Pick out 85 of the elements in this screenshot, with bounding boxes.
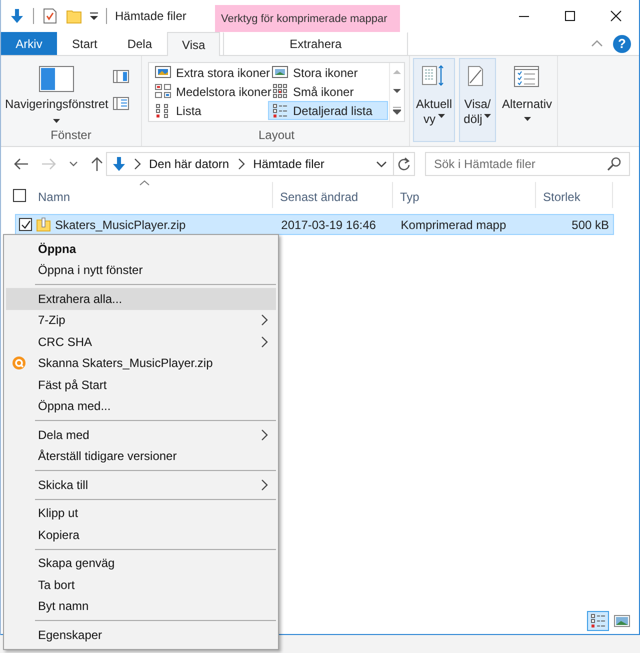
up-icon[interactable] bbox=[90, 156, 104, 172]
view-button[interactable]: Alternativ bbox=[500, 58, 554, 142]
caret-icon bbox=[484, 114, 492, 118]
menu-item[interactable]: Öppna bbox=[6, 238, 276, 260]
menu-item[interactable]: Extrahera alla... bbox=[6, 288, 276, 310]
options-icon bbox=[512, 63, 542, 89]
select-all-checkbox[interactable] bbox=[13, 188, 26, 202]
column-header[interactable]: Senast ändrad bbox=[273, 182, 393, 208]
ribbon-tab[interactable]: Extrahera bbox=[223, 32, 408, 55]
file-row[interactable]: Skaters_MusicPlayer.zip 2017-03-19 16:46 Komprimerad mapp 500 kB bbox=[15, 214, 614, 235]
menu-item[interactable]: Återställ tidigare versioner bbox=[6, 446, 276, 467]
refresh-icon bbox=[397, 157, 411, 171]
grid-icon bbox=[272, 84, 288, 99]
menu-item[interactable]: Öppna i nytt fönster bbox=[6, 260, 276, 281]
layout-option[interactable]: Stora ikoner bbox=[268, 63, 388, 82]
thumbnail-icon bbox=[272, 65, 288, 80]
menu-item[interactable]: Egenskaper bbox=[6, 624, 276, 646]
ribbon-tab[interactable]: Arkiv bbox=[1, 32, 57, 55]
list-icon bbox=[155, 103, 171, 118]
ribbon-tab[interactable]: Start bbox=[57, 32, 112, 55]
sort-icon bbox=[139, 180, 150, 186]
caret-icon bbox=[524, 117, 530, 121]
back-icon[interactable] bbox=[13, 157, 29, 171]
menu-item[interactable]: CRC SHA bbox=[6, 331, 276, 352]
view-button[interactable]: Visa/ dölj bbox=[459, 58, 496, 142]
search-field[interactable]: Sök i Hämtade filer bbox=[425, 152, 630, 176]
details-pane-icon[interactable] bbox=[113, 97, 130, 110]
menu-item[interactable]: Skicka till bbox=[6, 474, 276, 496]
pane-layout-icon bbox=[39, 66, 74, 92]
properties-icon[interactable] bbox=[42, 8, 58, 24]
details-icon bbox=[272, 103, 288, 118]
menu-item[interactable]: Byt namn bbox=[6, 596, 276, 617]
layout-option[interactable]: Extra stora ikoner bbox=[151, 63, 268, 82]
file-size: 500 kB bbox=[570, 218, 610, 232]
dropdown-icon[interactable] bbox=[90, 11, 98, 21]
row-checkbox[interactable] bbox=[19, 218, 32, 231]
file-name: Skaters_MusicPlayer.zip bbox=[54, 218, 187, 232]
ribbon-tab[interactable]: Dela bbox=[112, 32, 168, 55]
menu-item[interactable]: 7-Zip bbox=[6, 310, 276, 331]
download-icon[interactable] bbox=[9, 8, 25, 24]
navigation-pane-button[interactable]: Navigeringsfönstret bbox=[1, 56, 110, 128]
group-label: Fönster bbox=[50, 128, 92, 144]
expand-gallery-icon[interactable] bbox=[393, 106, 401, 115]
breadcrumb[interactable]: Den här datorn bbox=[147, 157, 232, 171]
menu-item[interactable]: Kopiera bbox=[6, 524, 276, 546]
caret-icon bbox=[53, 119, 60, 123]
maximize-icon bbox=[564, 10, 576, 22]
menu-item[interactable]: Klipp ut bbox=[6, 502, 276, 524]
scan-icon bbox=[12, 356, 26, 370]
ribbon-tab[interactable]: Visa bbox=[167, 32, 220, 56]
dropdown-icon[interactable] bbox=[376, 160, 387, 168]
grid-icon bbox=[155, 84, 171, 99]
details-view-button[interactable] bbox=[587, 611, 609, 631]
menu-item[interactable]: Ta bort bbox=[6, 574, 276, 596]
caret-icon bbox=[438, 114, 445, 118]
group-label: Layout bbox=[257, 128, 296, 144]
chevron-icon bbox=[133, 158, 141, 170]
layout-option[interactable]: Lista bbox=[151, 101, 268, 120]
window-title: Hämtade filer bbox=[115, 9, 186, 23]
preview-pane-icon[interactable] bbox=[113, 70, 130, 83]
address-bar[interactable]: Den här datorn Hämtade filer bbox=[106, 152, 415, 176]
close-icon bbox=[610, 10, 622, 22]
column-header[interactable]: Typ bbox=[393, 182, 536, 208]
layout-option[interactable]: Detaljerad lista bbox=[268, 101, 388, 120]
zip-folder-icon bbox=[36, 217, 51, 232]
menu-item[interactable]: Fäst på Start bbox=[6, 374, 276, 396]
download-icon bbox=[111, 156, 127, 172]
help-button[interactable]: ? bbox=[613, 34, 631, 52]
menu-item[interactable]: Skapa genväg bbox=[6, 552, 276, 574]
column-header[interactable]: Storlek bbox=[536, 182, 613, 208]
menu-item[interactable]: Dela med bbox=[6, 424, 276, 446]
file-date: 2017-03-19 16:46 bbox=[280, 218, 377, 232]
recent-dropdown-icon[interactable] bbox=[69, 161, 78, 167]
contextual-tab-header: Verktyg för komprimerade mappar bbox=[215, 5, 400, 32]
scroll-down-icon[interactable] bbox=[393, 88, 401, 94]
breadcrumb[interactable]: Hämtade filer bbox=[251, 157, 326, 171]
collapse-icon[interactable] bbox=[591, 39, 603, 48]
file-type: Komprimerad mapp bbox=[400, 218, 508, 232]
menu-item[interactable]: Öppna med... bbox=[6, 396, 276, 417]
view-button[interactable]: Aktuell vy bbox=[413, 58, 456, 142]
thumbnail-icon bbox=[155, 65, 171, 80]
column-header[interactable]: Namn bbox=[31, 182, 273, 208]
chevron-icon bbox=[237, 158, 246, 170]
search-icon[interactable] bbox=[607, 157, 621, 171]
menu-item[interactable]: Skanna Skaters_MusicPlayer.zip bbox=[6, 352, 276, 374]
